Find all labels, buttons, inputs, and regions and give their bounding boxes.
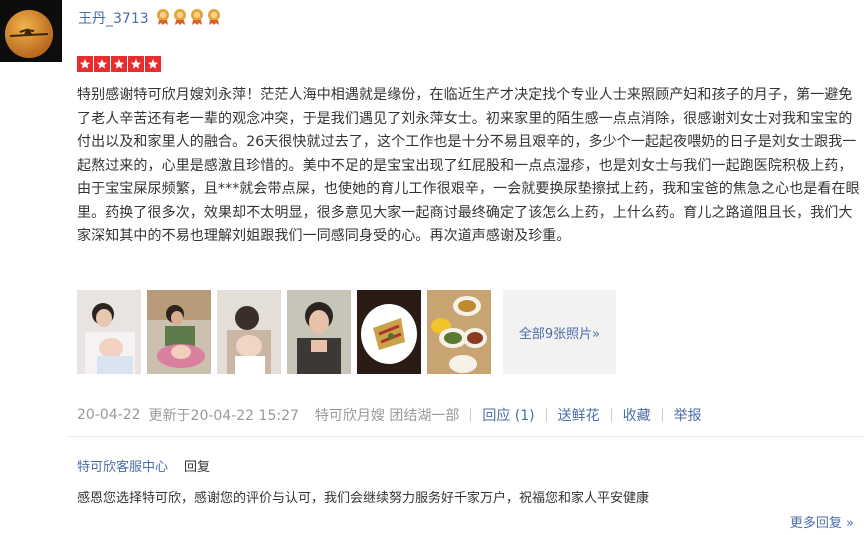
crown-icon (155, 8, 171, 26)
updated-time: 更新于20-04-22 15:27 (148, 408, 299, 424)
photo-meal-table[interactable] (427, 290, 491, 374)
review-text: 特别感谢特可欣月嫂刘永萍！茫茫人海中相遇就是缘份，在临近生产才决定找个专业人士来… (77, 87, 860, 244)
star-icon (128, 56, 144, 72)
photo-mother-baby[interactable] (77, 290, 141, 374)
report-link[interactable]: 举报 (674, 405, 702, 425)
review-meta: 20-04-22 更新于20-04-22 15:27 特可欣月嫂 团结湖一部 回… (77, 405, 702, 425)
crown-icon (206, 8, 222, 26)
crown-icon (189, 8, 205, 26)
username-link[interactable]: 王丹_3713 (78, 8, 149, 28)
photo-gallery: 全部9张照片» (77, 290, 616, 374)
favorite-link[interactable]: 收藏 (623, 405, 651, 425)
reply-section: 特可欣客服中心 回复 感恩您选择特可欣，感谢您的评价与认可，我们会继续努力服务好… (67, 436, 864, 535)
user-level-badges (155, 8, 222, 26)
reply-label: 回复 (184, 460, 211, 475)
service-name: 特可欣月嫂 团结湖一部 (314, 408, 460, 424)
reply-link[interactable]: 回应 (1) (482, 405, 534, 425)
star-icon (77, 56, 93, 72)
crown-icon (172, 8, 188, 26)
review-date: 20-04-22 (77, 407, 141, 423)
divider (610, 408, 612, 422)
divider (661, 408, 663, 422)
photo-food-dish[interactable] (357, 290, 421, 374)
reply-header: 特可欣客服中心 回复 (77, 456, 210, 475)
reply-link-label: 回应 (482, 408, 511, 424)
user-avatar[interactable] (0, 0, 62, 62)
reply-count: (1) (514, 408, 535, 424)
all-photos-link[interactable]: 全部9张照片» (503, 290, 616, 374)
send-flower-link[interactable]: 送鲜花 (558, 405, 600, 425)
star-icon (94, 56, 110, 72)
divider (470, 408, 472, 422)
reply-author-link[interactable]: 特可欣客服中心 (77, 456, 168, 475)
photo-holding-baby[interactable] (217, 290, 281, 374)
more-replies-link[interactable]: 更多回复 » (790, 512, 854, 531)
reply-text: 感恩您选择特可欣，感谢您的评价与认可，我们会继续努力服务好千家万户，祝福您和家人… (77, 491, 650, 506)
star-icon (111, 56, 127, 72)
star-icon (145, 56, 161, 72)
divider (545, 408, 547, 422)
star-rating (77, 56, 161, 72)
photo-selfie[interactable] (287, 290, 351, 374)
photo-bathing-baby[interactable] (147, 290, 211, 374)
